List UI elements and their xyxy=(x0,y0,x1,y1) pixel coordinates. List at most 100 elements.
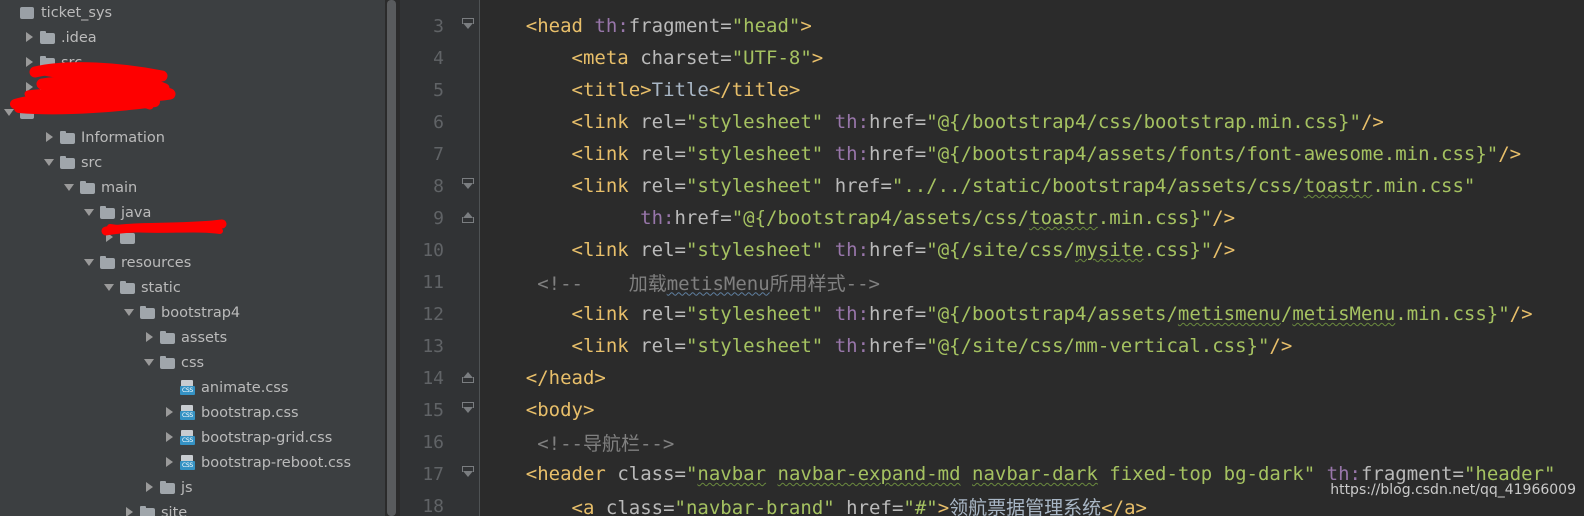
code-line[interactable]: 5 <title>Title</title> xyxy=(400,74,1584,106)
code-token: rel xyxy=(640,335,675,357)
chevron-right-icon[interactable] xyxy=(104,231,117,244)
chevron-right-icon[interactable] xyxy=(164,431,177,444)
chevron-down-icon[interactable] xyxy=(64,181,77,194)
project-tree-panel[interactable]: ticket_sys .idea src Information src main java… xyxy=(0,0,385,516)
fold-start-icon[interactable] xyxy=(458,170,480,202)
tree-item[interactable] xyxy=(0,100,385,125)
code-token: = xyxy=(663,496,675,516)
code-line[interactable]: 4 <meta charset="UTF-8"> xyxy=(400,42,1584,74)
tree-item[interactable]: java xyxy=(0,200,385,225)
code-token: title xyxy=(582,79,641,101)
code-token: head xyxy=(537,15,583,37)
fold-placeholder xyxy=(458,138,480,170)
code-line[interactable]: 11 <!-- 加载metisMenu所用样式--> xyxy=(400,266,1584,298)
fold-start-icon[interactable] xyxy=(458,458,480,490)
code-token: link xyxy=(582,239,629,261)
tree-item[interactable]: ticket_sys xyxy=(0,0,385,25)
code-token: < xyxy=(571,143,583,165)
tree-item[interactable]: bootstrap-reboot.css xyxy=(0,450,385,475)
tree-item[interactable]: .idea xyxy=(0,25,385,50)
chevron-down-icon[interactable] xyxy=(84,206,97,219)
chevron-down-icon[interactable] xyxy=(104,281,117,294)
tree-item[interactable]: bootstrap.css xyxy=(0,400,385,425)
code-line[interactable]: 3 <head th:fragment="head"> xyxy=(400,10,1584,42)
code-token: /> xyxy=(1269,335,1293,357)
code-line[interactable]: 12 <link rel="stylesheet" th:href="@{/bo… xyxy=(400,298,1584,330)
code-token: < xyxy=(571,175,583,197)
line-number: 11 xyxy=(422,271,444,293)
code-token: </ xyxy=(525,367,549,389)
tree-item[interactable]: css xyxy=(0,350,385,375)
chevron-down-icon[interactable] xyxy=(44,156,57,169)
code-line[interactable]: 13 <link rel="stylesheet" th:href="@{/si… xyxy=(400,330,1584,362)
code-line[interactable]: 8 <link rel="stylesheet" href="../../sta… xyxy=(400,170,1584,202)
code-line[interactable]: 15 <body> xyxy=(400,394,1584,426)
code-token: "stylesheet" xyxy=(685,239,824,261)
panel-divider[interactable] xyxy=(385,0,400,516)
code-token: = xyxy=(914,303,927,325)
code-token: /> xyxy=(1212,207,1236,229)
fold-end-icon[interactable] xyxy=(458,202,480,234)
editor-scrollbar-thumb[interactable] xyxy=(387,0,396,516)
line-number: 7 xyxy=(433,143,444,165)
code-token: header xyxy=(537,463,606,485)
tree-item[interactable]: static xyxy=(0,275,385,300)
chevron-right-icon[interactable] xyxy=(144,481,157,494)
tree-item[interactable]: src xyxy=(0,150,385,175)
chevron-right-icon[interactable] xyxy=(124,506,137,516)
fold-start-icon[interactable] xyxy=(458,10,480,42)
code-line[interactable]: 6 <link rel="stylesheet" th:href="@{/boo… xyxy=(400,106,1584,138)
folder-icon xyxy=(60,130,76,145)
folder-icon xyxy=(60,155,76,170)
tree-item[interactable]: js xyxy=(0,475,385,500)
tree-item[interactable]: animate.css xyxy=(0,375,385,400)
code-token: link xyxy=(582,303,629,325)
tree-item[interactable] xyxy=(0,225,385,250)
code-text: <link rel="stylesheet" th:href="@{/boots… xyxy=(480,143,1584,165)
chevron-right-icon[interactable] xyxy=(164,456,177,469)
chevron-right-icon[interactable] xyxy=(24,56,37,69)
tree-item[interactable]: Information xyxy=(0,125,385,150)
line-number: 16 xyxy=(422,431,444,453)
tree-item-label: static xyxy=(141,279,181,296)
line-number: 5 xyxy=(433,79,444,101)
fold-start-icon[interactable] xyxy=(458,394,480,426)
chevron-right-icon[interactable] xyxy=(164,406,177,419)
code-line[interactable]: 7 <link rel="stylesheet" th:href="@{/boo… xyxy=(400,138,1584,170)
code-token: "stylesheet" xyxy=(685,175,824,197)
code-token: href xyxy=(869,111,915,133)
chevron-down-icon[interactable] xyxy=(84,256,97,269)
code-token: href xyxy=(869,303,915,325)
chevron-down-icon[interactable] xyxy=(144,356,157,369)
tree-item[interactable]: src xyxy=(0,50,385,75)
tree-item[interactable]: assets xyxy=(0,325,385,350)
tree-item[interactable] xyxy=(0,75,385,100)
chevron-right-icon[interactable] xyxy=(144,331,157,344)
code-token: a xyxy=(582,496,595,516)
chevron-down-icon[interactable] xyxy=(124,306,137,319)
code-line[interactable]: 14 </head> xyxy=(400,362,1584,394)
tree-item[interactable]: site xyxy=(0,500,385,516)
code-line[interactable]: 16 <!--导航栏--> xyxy=(400,426,1584,458)
code-token: metisMenu xyxy=(1292,303,1396,325)
tree-item[interactable]: bootstrap4 xyxy=(0,300,385,325)
code-line[interactable]: 9 th:href="@{/bootstrap4/assets/css/toas… xyxy=(400,202,1584,234)
chevron-right-icon[interactable] xyxy=(24,81,37,94)
tree-item[interactable]: resources xyxy=(0,250,385,275)
code-token: mysite xyxy=(1074,239,1144,261)
tree-item[interactable]: main xyxy=(0,175,385,200)
fold-placeholder xyxy=(458,330,480,362)
chevron-down-icon[interactable] xyxy=(4,106,17,119)
chevron-right-icon[interactable] xyxy=(24,31,37,44)
code-editor[interactable]: 3 <head th:fragment="head"> 4 <meta chars… xyxy=(400,0,1584,516)
tree-item[interactable]: bootstrap-grid.css xyxy=(0,425,385,450)
twisty-placeholder xyxy=(164,381,177,394)
line-number: 12 xyxy=(422,303,444,325)
chevron-right-icon[interactable] xyxy=(44,131,57,144)
code-line[interactable]: 10 <link rel="stylesheet" th:href="@{/si… xyxy=(400,234,1584,266)
fold-end-icon[interactable] xyxy=(458,362,480,394)
